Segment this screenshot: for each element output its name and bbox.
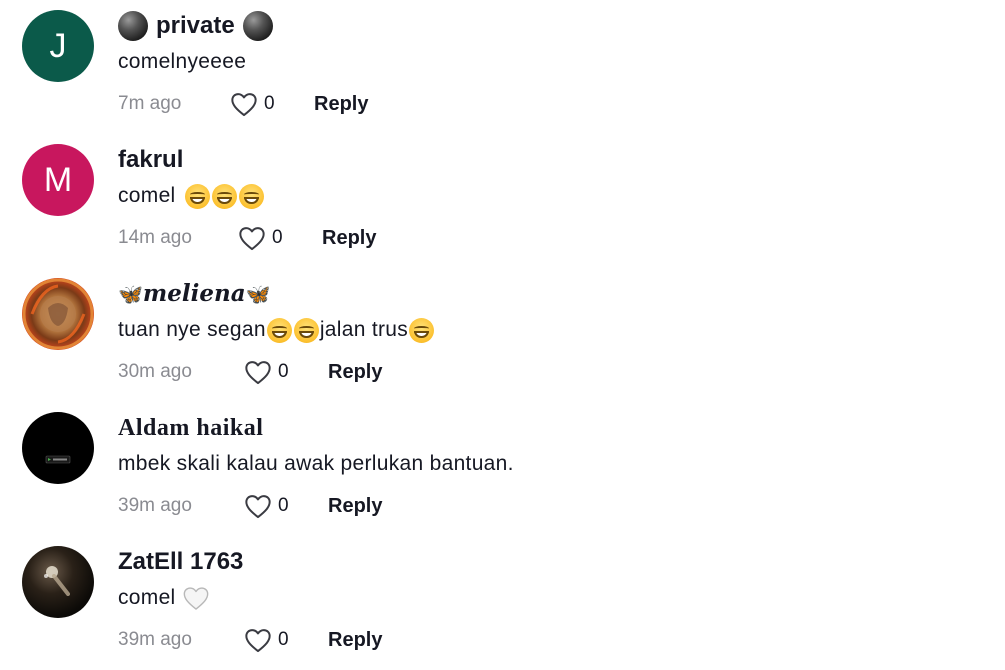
username-text: fakrul: [118, 146, 184, 173]
like-button[interactable]: 0: [244, 493, 328, 519]
comment-meta: 30m ago 0 Reply: [118, 356, 382, 388]
grinning-squinting-face-emoji: [293, 317, 319, 343]
reply-button[interactable]: Reply: [328, 629, 382, 652]
avatar-letter: J: [49, 26, 67, 65]
like-button[interactable]: 0: [238, 225, 322, 251]
avatar-image: [45, 455, 71, 464]
avatar[interactable]: M: [22, 144, 94, 216]
like-count: 0: [278, 495, 289, 516]
avatar[interactable]: [22, 412, 94, 484]
grinning-squinting-face-emoji: [409, 317, 435, 343]
like-button[interactable]: 0: [244, 627, 328, 653]
heart-outline-icon: [239, 227, 265, 251]
comment-timestamp: 7m ago: [118, 93, 182, 114]
comment-timestamp: 14m ago: [118, 227, 192, 248]
like-count: 0: [272, 227, 283, 248]
avatar[interactable]: [22, 546, 94, 618]
butterfly-icon: 🦋: [245, 282, 271, 306]
heart-outline-icon: [245, 361, 271, 385]
comment-meta: 14m ago 0 Reply: [118, 222, 376, 254]
comment-timestamp: 39m ago: [118, 629, 192, 650]
comment-text: comel: [118, 582, 210, 614]
username-text: ZatEll 1763: [118, 548, 244, 575]
like-button[interactable]: 0: [244, 359, 328, 385]
comment-text-part-a: tuan nye segan: [118, 318, 266, 341]
reply-button[interactable]: Reply: [328, 495, 382, 518]
comment-text: comel: [118, 180, 265, 212]
comment-meta: 39m ago 0 Reply: [118, 490, 382, 522]
like-count: 0: [278, 629, 289, 650]
reply-button[interactable]: Reply: [314, 93, 368, 116]
comment-username[interactable]: Aldam haikal: [118, 412, 263, 444]
comment-text-content: mbek skali kalau awak perlukan bantuan.: [118, 452, 514, 475]
comment-text-content: comelnyeeee: [118, 50, 247, 73]
avatar[interactable]: [22, 278, 94, 350]
black-ball-icon: [242, 11, 273, 41]
heart-outline-icon: [245, 629, 271, 653]
grinning-squinting-face-emoji: [211, 183, 237, 209]
reply-button[interactable]: Reply: [328, 361, 382, 384]
comment-text-content: comel: [118, 586, 176, 609]
username-text: Aldam haikal: [118, 415, 264, 441]
avatar[interactable]: J: [22, 10, 94, 82]
comment-item: M fakrul comel 14m ago 0 Reply: [0, 134, 1005, 268]
avatar-letter: M: [43, 160, 73, 199]
heart-outline-icon: [231, 93, 257, 117]
heart-outline-icon: [245, 495, 271, 519]
comment-meta: 39m ago 0 Reply: [118, 624, 382, 656]
comment-username[interactable]: 🦋 meliena 🦋: [118, 278, 271, 310]
comment-username[interactable]: private: [118, 10, 273, 42]
white-heart-emoji: [183, 587, 208, 610]
comment-item: ZatEll 1763 comel 39m ago 0 Reply: [0, 536, 1005, 670]
comment-text: comelnyeeee: [118, 46, 246, 78]
like-count: 0: [278, 361, 289, 382]
username-text: meliena: [142, 280, 246, 307]
comment-text-part-b: jalan trus: [319, 318, 409, 341]
comment-timestamp: 30m ago: [118, 361, 192, 382]
butterfly-icon: 🦋: [118, 282, 143, 306]
like-button[interactable]: 0: [230, 91, 314, 117]
comment-meta: 7m ago 0 Reply: [118, 88, 368, 120]
username-text: private: [156, 12, 235, 39]
like-count: 0: [264, 93, 275, 114]
comment-text: tuan nye segan jalan trus: [118, 314, 435, 346]
comment-username[interactable]: ZatEll 1763: [118, 546, 243, 578]
comment-text-content: comel: [118, 184, 176, 207]
comment-timestamp: 39m ago: [118, 495, 192, 516]
grinning-squinting-face-emoji: [184, 183, 210, 209]
avatar-image: [22, 278, 94, 350]
grinning-squinting-face-emoji: [238, 183, 264, 209]
comment-text: mbek skali kalau awak perlukan bantuan.: [118, 448, 514, 480]
comment-item: J private comelnyeeee 7m ago 0 Reply: [0, 0, 1005, 134]
comment-username[interactable]: fakrul: [118, 144, 183, 176]
reply-button[interactable]: Reply: [322, 227, 376, 250]
comment-item: 🦋 meliena 🦋 tuan nye segan jalan trus 30…: [0, 268, 1005, 402]
avatar-image: [44, 566, 70, 596]
comment-item: Aldam haikal mbek skali kalau awak perlu…: [0, 402, 1005, 536]
black-ball-icon: [118, 11, 148, 41]
grinning-squinting-face-emoji: [266, 317, 292, 343]
